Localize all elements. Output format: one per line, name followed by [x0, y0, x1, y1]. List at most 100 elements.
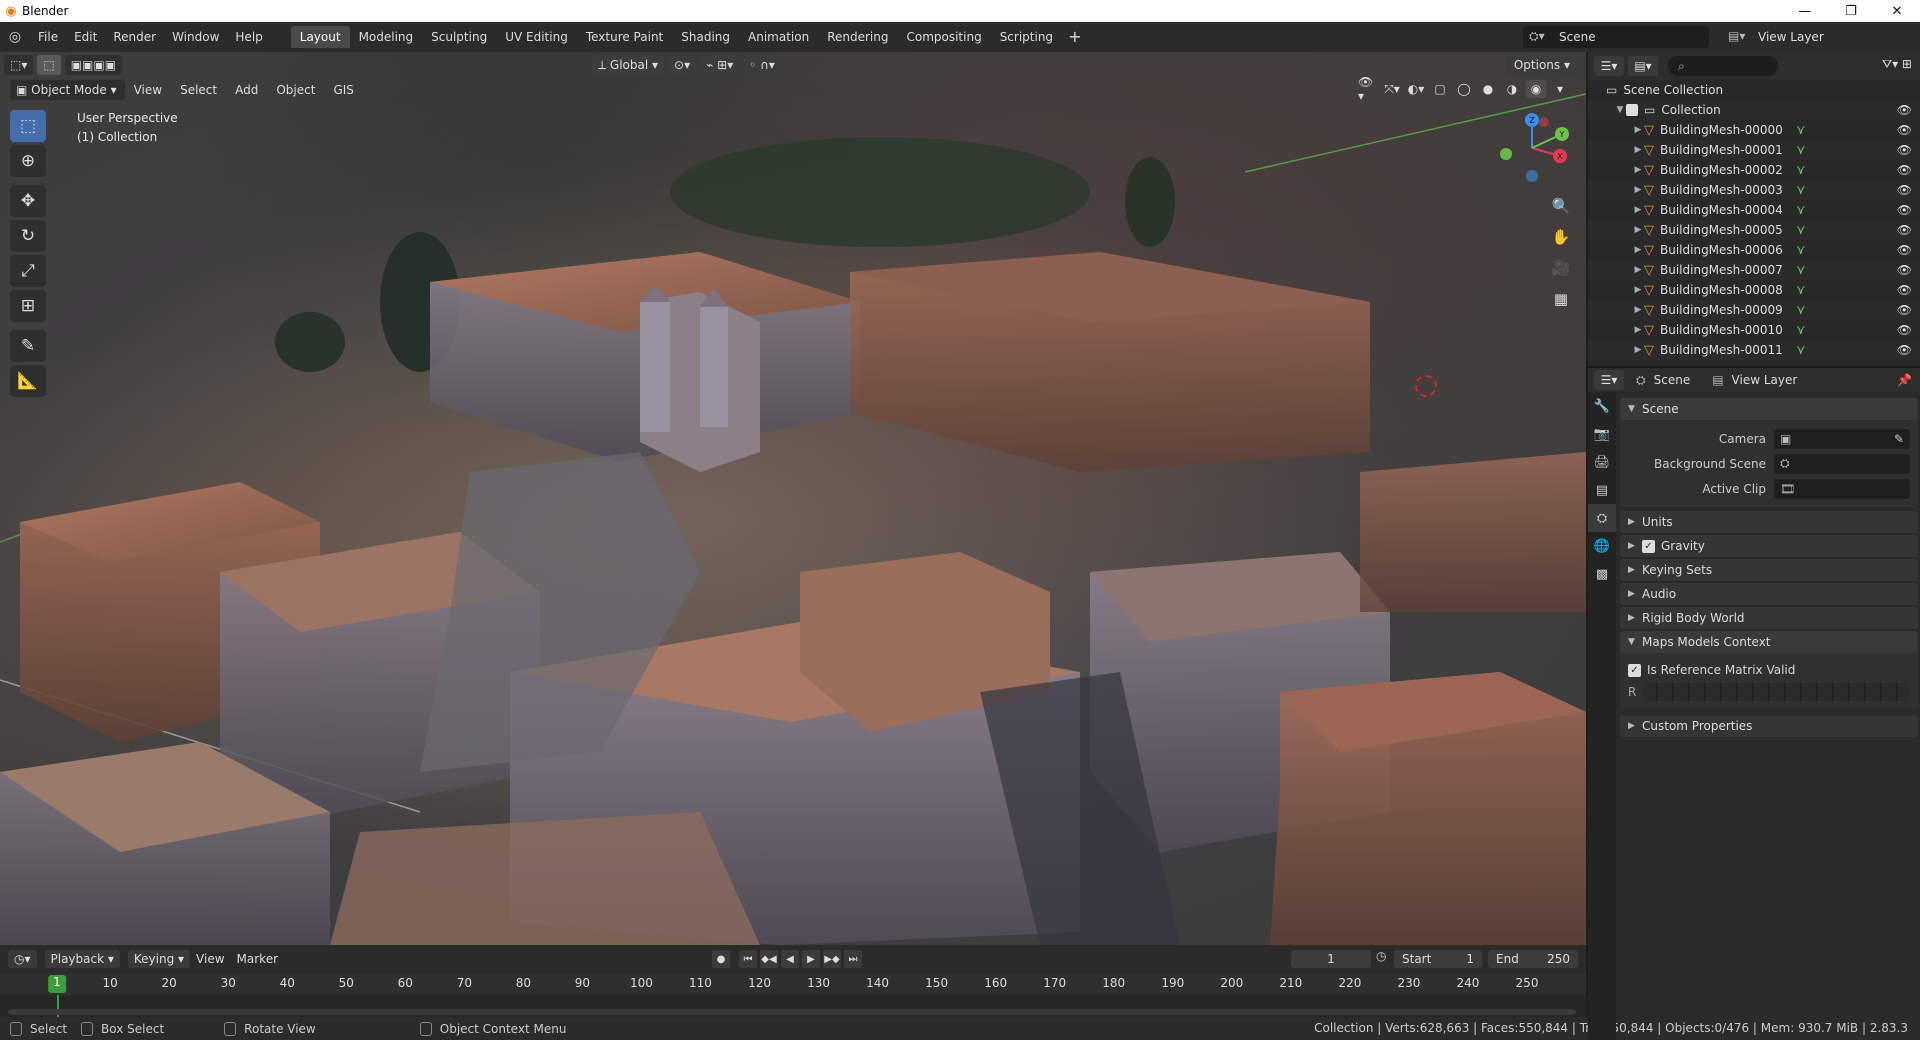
tool-tab-icon[interactable]: 🔧 — [1588, 392, 1616, 420]
pan-hand-icon[interactable]: ✋ — [1547, 223, 1575, 251]
3d-cursor[interactable] — [1415, 375, 1437, 397]
timeline-editor-type-icon[interactable]: ◷▾ — [8, 950, 37, 968]
material-shading-icon[interactable]: ◑ — [1502, 80, 1522, 98]
background-scene-field[interactable]: ⛭ — [1774, 453, 1910, 474]
eye-icon[interactable]: 👁 — [1897, 183, 1912, 197]
menu-edit[interactable]: Edit — [66, 30, 105, 44]
timeline-menu-marker[interactable]: Marker — [231, 952, 284, 966]
snap-icon[interactable]: ⌁ ⊞▾ — [700, 55, 740, 75]
eye-icon[interactable]: 👁 — [1897, 283, 1912, 297]
expand-arrow-icon[interactable]: ▶ — [1632, 245, 1644, 255]
breadcrumb-scene[interactable]: ⛭ Scene — [1636, 373, 1690, 388]
play-reverse-icon[interactable]: ◀ — [781, 950, 799, 968]
record-icon[interactable]: ● — [712, 950, 730, 968]
viewport-menu-add[interactable]: Add — [226, 83, 267, 97]
viewport-menu-select[interactable]: Select — [171, 83, 226, 97]
outliner-item[interactable]: ▶ ▽ BuildingMesh-00008 ⋎ 👁 — [1588, 280, 1920, 300]
solid-shading-icon[interactable]: ● — [1478, 80, 1498, 98]
keying-dropdown[interactable]: Keying ▾ — [127, 950, 191, 968]
outliner-item[interactable]: ▶ ▽ BuildingMesh-00007 ⋎ 👁 — [1588, 260, 1920, 280]
expand-arrow-icon[interactable]: ▶ — [1632, 125, 1644, 135]
scene-selector[interactable]: ⛭▾ Scene — [1523, 26, 1709, 48]
preview-range-icon[interactable]: ◷ — [1376, 949, 1386, 963]
annotate-tool-icon[interactable]: ✎ — [10, 330, 46, 362]
xray-icon[interactable]: ▢ — [1430, 80, 1450, 98]
mesh-data-icon[interactable]: ⋎ — [1796, 163, 1806, 178]
tab-compositing[interactable]: Compositing — [897, 26, 990, 48]
view-layer-selector[interactable]: ▤▾ View Layer — [1722, 26, 1912, 48]
perspective-toggle-icon[interactable]: ▦ — [1547, 285, 1575, 313]
expand-arrow-icon[interactable]: ▶ — [1632, 305, 1644, 315]
next-keyframe-icon[interactable]: ▶◆ — [823, 950, 841, 968]
object-mode-dropdown[interactable]: ▣ Object Mode ▾ — [10, 80, 125, 100]
outliner-item[interactable]: ▶ ▽ BuildingMesh-00005 ⋎ 👁 — [1588, 220, 1920, 240]
mesh-data-icon[interactable]: ⋎ — [1796, 223, 1806, 238]
mesh-data-icon[interactable]: ⋎ — [1796, 183, 1806, 198]
world-tab-icon[interactable]: 🌐 — [1588, 532, 1616, 560]
current-frame-field[interactable]: 1 — [1291, 950, 1371, 968]
visibility-icon[interactable]: 👁▾ — [1358, 75, 1378, 103]
maps-models-panel-header[interactable]: ▼ Maps Models Context — [1620, 631, 1918, 653]
expand-arrow-icon[interactable]: ▶ — [1632, 225, 1644, 235]
audio-panel-header[interactable]: ▶ Audio — [1620, 583, 1918, 605]
select-box-tool-icon[interactable]: ⬚ — [10, 110, 46, 142]
transform-orientation-dropdown[interactable]: ⟂ Global ▾ — [592, 55, 665, 75]
jump-end-icon[interactable]: ⏭ — [844, 950, 862, 968]
viewport-menu-object[interactable]: Object — [267, 83, 324, 97]
expand-arrow-icon[interactable]: ▶ — [1632, 185, 1644, 195]
eye-icon[interactable]: 👁 — [1897, 343, 1912, 357]
pivot-point-dropdown[interactable]: ⊙▾ — [668, 55, 697, 75]
active-clip-field[interactable]: 🎞 — [1774, 478, 1910, 499]
texture-tab-icon[interactable]: ▩ — [1588, 560, 1616, 588]
tab-shading[interactable]: Shading — [672, 26, 739, 48]
outliner-item[interactable]: ▶ ▽ BuildingMesh-00011 ⋎ 👁 — [1588, 340, 1920, 360]
eye-icon[interactable]: 👁 — [1897, 323, 1912, 337]
scene-collection-row[interactable]: ▭ Scene Collection — [1588, 80, 1920, 100]
proportional-edit-icon[interactable]: ◦ ∩▾ — [743, 55, 781, 75]
outliner-item[interactable]: ▶ ▽ BuildingMesh-00010 ⋎ 👁 — [1588, 320, 1920, 340]
collection-checkbox[interactable] — [1626, 104, 1638, 116]
transform-tool-icon[interactable]: ⊞ — [10, 290, 46, 322]
mesh-data-icon[interactable]: ⋎ — [1796, 243, 1806, 258]
expand-arrow-icon[interactable]: ▶ — [1632, 345, 1644, 355]
tab-animation[interactable]: Animation — [739, 26, 818, 48]
display-mode-icon[interactable]: ▤▾ — [1628, 56, 1658, 76]
blender-menu-icon[interactable]: ◎ — [0, 29, 30, 45]
expand-arrow-icon[interactable]: ▶ — [1632, 265, 1644, 275]
select-mode-icon[interactable]: ⬚ — [37, 55, 61, 75]
end-frame-field[interactable]: End 250 — [1488, 950, 1578, 968]
scene-tab-icon[interactable]: ⛭ — [1588, 504, 1616, 532]
menu-window[interactable]: Window — [164, 30, 227, 44]
mesh-data-icon[interactable]: ⋎ — [1796, 203, 1806, 218]
maximize-button[interactable]: ❐ — [1828, 0, 1874, 22]
mesh-data-icon[interactable]: ⋎ — [1796, 283, 1806, 298]
eye-icon[interactable]: 👁 — [1897, 123, 1912, 137]
wireframe-shading-icon[interactable]: ◯ — [1454, 80, 1474, 98]
output-tab-icon[interactable]: 🖨 — [1588, 448, 1616, 476]
outliner-editor-type-icon[interactable]: ☰▾ — [1594, 56, 1624, 76]
tab-uv-editing[interactable]: UV Editing — [496, 26, 577, 48]
tab-rendering[interactable]: Rendering — [818, 26, 897, 48]
rotate-tool-icon[interactable]: ↻ — [10, 220, 46, 252]
eyedropper-icon[interactable]: ✎ — [1894, 432, 1904, 446]
eye-icon[interactable]: 👁 — [1897, 103, 1912, 117]
camera-view-icon[interactable]: 🎥 — [1547, 254, 1575, 282]
outliner-search-input[interactable]: ⌕ — [1668, 56, 1778, 76]
add-workspace-button[interactable]: + — [1062, 26, 1087, 48]
expand-arrow-icon[interactable]: ▶ — [1632, 285, 1644, 295]
timeline-ruler[interactable]: 1 10 20 30 40 50 60 70 80 90 100 110 120 130 140 150 160… — [0, 973, 1586, 995]
measure-tool-icon[interactable]: 📐 — [10, 365, 46, 397]
expand-arrow-icon[interactable]: ▶ — [1632, 145, 1644, 155]
timeline-track[interactable] — [0, 995, 1586, 1017]
eye-icon[interactable]: 👁 — [1897, 243, 1912, 257]
rendered-shading-icon[interactable]: ◉ — [1526, 80, 1546, 98]
gravity-panel-header[interactable]: ▶ ✓ Gravity — [1620, 535, 1918, 557]
jump-start-icon[interactable]: ⏮ — [739, 950, 757, 968]
keying-sets-panel-header[interactable]: ▶ Keying Sets — [1620, 559, 1918, 581]
3d-viewport[interactable]: ⬚▾ ⬚ ▣▣▣▣ ⟂ Global ▾ ⊙▾ ⌁ ⊞▾ ◦ ∩▾ Option… — [0, 52, 1586, 945]
rigid-body-panel-header[interactable]: ▶ Rigid Body World — [1620, 607, 1918, 629]
editor-type-icon[interactable]: ⬚▾ — [4, 55, 34, 75]
move-tool-icon[interactable]: ✥ — [10, 185, 46, 217]
mesh-data-icon[interactable]: ⋎ — [1796, 303, 1806, 318]
menu-render[interactable]: Render — [105, 30, 164, 44]
